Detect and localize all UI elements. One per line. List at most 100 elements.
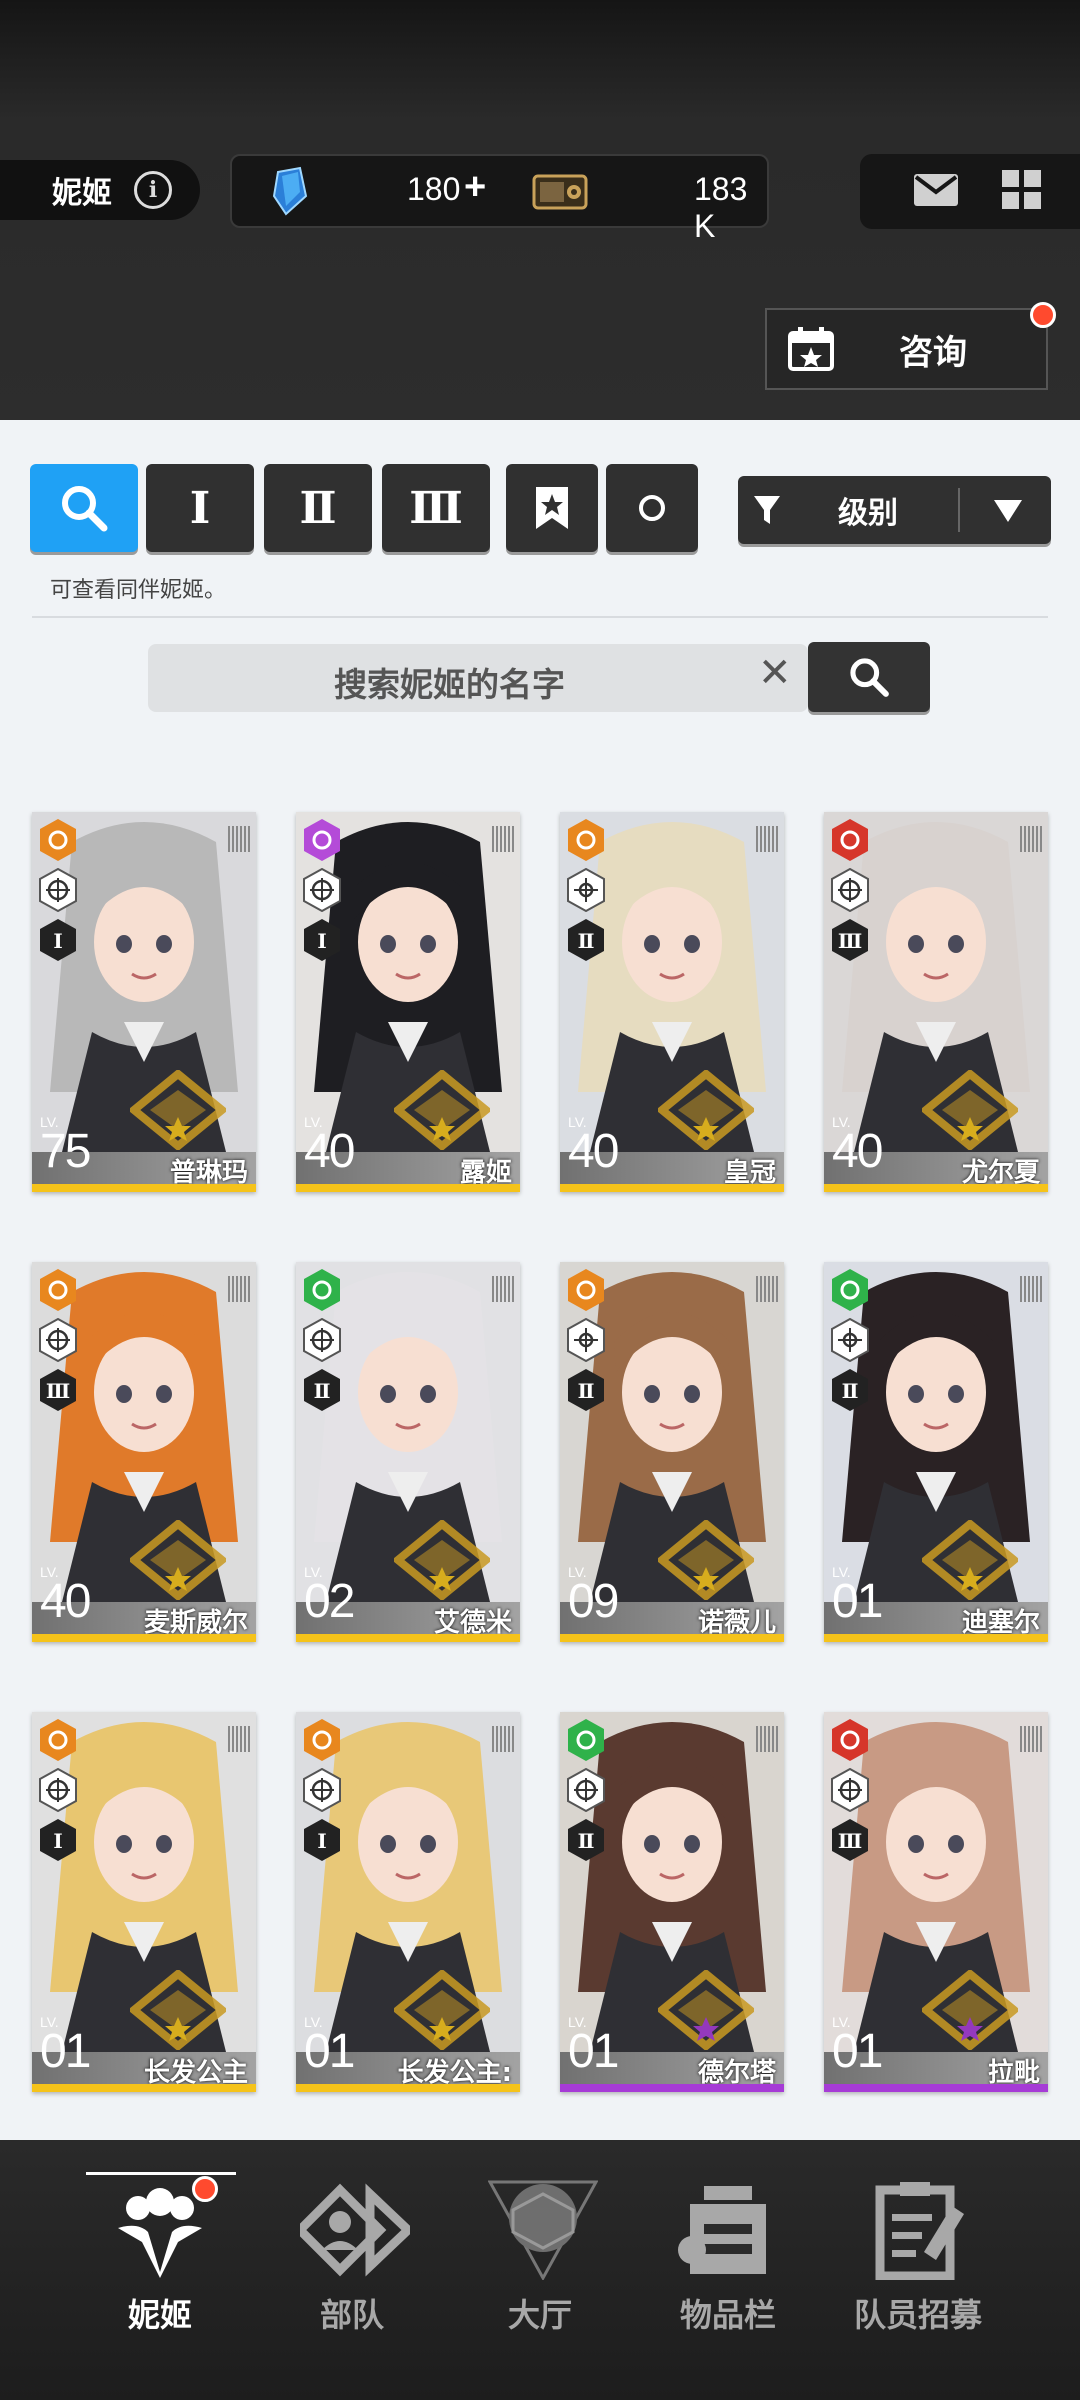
- rarity-stripe: [560, 1634, 784, 1642]
- rarity-stripe: [824, 1634, 1048, 1642]
- bottom-nav: 妮姬 部队 大厅 物品栏 队员招募: [0, 2140, 1080, 2400]
- element-icon: [832, 1719, 868, 1761]
- burst-type-icon: Ⅱ: [568, 1819, 604, 1861]
- level-value: 75: [40, 1125, 91, 1178]
- nav-squad[interactable]: 部队: [262, 2180, 442, 2340]
- rarity-stripe: [296, 1184, 520, 1192]
- weapon-class-icon: [39, 1318, 77, 1362]
- level-value: 01: [40, 2025, 91, 2078]
- character-card[interactable]: Ⅰ LV. 01 长发公主: [32, 1712, 256, 2092]
- burst-type-icon: Ⅰ: [304, 1819, 340, 1861]
- nav-inventory[interactable]: 物品栏: [638, 2180, 818, 2340]
- nikke-list-panel: Ⅰ Ⅱ Ⅲ 级别 可查看同伴妮姬。 搜索妮姬的名字 ✕ Ⅰ LV. 75 普琳玛…: [0, 420, 1080, 2140]
- character-card[interactable]: Ⅱ LV. 02 艾德米: [296, 1262, 520, 1642]
- consult-button[interactable]: 咨询: [765, 308, 1048, 390]
- level-value: 09: [568, 1575, 619, 1628]
- character-card[interactable]: Ⅲ LV. 01 拉毗: [824, 1712, 1048, 2092]
- element-icon: [40, 819, 76, 861]
- filter-burst-1-tab[interactable]: Ⅰ: [146, 464, 254, 552]
- level-value: 40: [568, 1125, 619, 1178]
- nav-active-indicator: [86, 2172, 236, 2175]
- level-value: 01: [832, 2025, 883, 2078]
- mail-icon[interactable]: [912, 170, 960, 210]
- manufacturer-emblem: [394, 1070, 490, 1150]
- filter-search-tab[interactable]: [30, 464, 138, 552]
- element-icon: [832, 819, 868, 861]
- search-input[interactable]: 搜索妮姬的名字 ✕: [148, 644, 808, 712]
- manufacturer-emblem: [658, 1970, 754, 2050]
- burst-type-icon: Ⅲ: [40, 1369, 76, 1411]
- burst-type-icon: Ⅲ: [832, 1819, 868, 1861]
- character-card[interactable]: Ⅱ LV. 40 皇冠: [560, 812, 784, 1192]
- info-icon[interactable]: i: [134, 171, 172, 209]
- character-card[interactable]: Ⅱ LV. 09 诺薇儿: [560, 1262, 784, 1642]
- character-card[interactable]: Ⅲ LV. 40 麦斯威尔: [32, 1262, 256, 1642]
- manufacturer-emblem: [922, 1070, 1018, 1150]
- burst-type-icon: Ⅰ: [40, 919, 76, 961]
- weapon-class-icon: [303, 1318, 341, 1362]
- manufacturer-emblem: [394, 1520, 490, 1600]
- rarity-stripe: [32, 1184, 256, 1192]
- chevron-down-icon: [994, 500, 1022, 522]
- element-icon: [304, 819, 340, 861]
- burst-type-icon: Ⅱ: [568, 1369, 604, 1411]
- weapon-class-icon: [831, 1318, 869, 1362]
- weapon-class-icon: [39, 1768, 77, 1812]
- level-value: 02: [304, 1575, 355, 1628]
- character-card[interactable]: Ⅲ LV. 40 尤尔夏: [824, 812, 1048, 1192]
- weapon-class-icon: [303, 1768, 341, 1812]
- level-value: 40: [832, 1125, 883, 1178]
- level-value: 40: [304, 1125, 355, 1178]
- rarity-stripe: [32, 2084, 256, 2092]
- character-card[interactable]: Ⅱ LV. 01 迪塞尔: [824, 1262, 1048, 1642]
- nav-notification-dot: [192, 2176, 218, 2202]
- sort-dropdown[interactable]: 级别: [738, 476, 1051, 544]
- burst-type-icon: Ⅱ: [568, 919, 604, 961]
- sort-label: 级别: [838, 496, 898, 531]
- nav-nikke[interactable]: 妮姬: [70, 2176, 250, 2340]
- svg-text:Ⅱ: Ⅱ: [578, 929, 595, 953]
- nav-nikke-label: 妮姬: [127, 2296, 192, 2334]
- level-value: 01: [304, 2025, 355, 2078]
- filter-burst-3-tab[interactable]: Ⅲ: [382, 464, 490, 552]
- weapon-class-icon: [567, 1768, 605, 1812]
- menu-grid-icon[interactable]: [1002, 170, 1042, 210]
- rarity-stripe: [560, 2084, 784, 2092]
- consult-label: 咨询: [899, 332, 967, 373]
- filter-burst-2-tab[interactable]: Ⅱ: [264, 464, 372, 552]
- svg-text:Ⅰ: Ⅰ: [317, 1829, 326, 1853]
- search-placeholder: 搜索妮姬的名字: [334, 665, 565, 704]
- weapon-class-icon: [831, 1768, 869, 1812]
- character-card[interactable]: Ⅰ LV. 01 长发公主:: [296, 1712, 520, 2092]
- filter-funnel-icon: [754, 496, 780, 524]
- element-icon: [568, 819, 604, 861]
- burst-type-icon: Ⅰ: [304, 919, 340, 961]
- page-title: 妮姬: [52, 176, 112, 211]
- search-icon: [62, 486, 108, 532]
- manufacturer-emblem: [130, 1070, 226, 1150]
- clear-icon[interactable]: ✕: [758, 650, 792, 696]
- bookmark-icon: [536, 487, 568, 529]
- character-card[interactable]: Ⅰ LV. 75 普琳玛: [32, 812, 256, 1192]
- character-card[interactable]: Ⅰ LV. 40 露姬: [296, 812, 520, 1192]
- level-value: 01: [832, 1575, 883, 1628]
- nav-recruit-label: 队员招募: [853, 2296, 982, 2334]
- nav-lobby-label: 大厅: [507, 2296, 572, 2334]
- search-submit-button[interactable]: [808, 642, 930, 712]
- nav-lobby[interactable]: 大厅: [450, 2180, 630, 2340]
- element-icon: [568, 1269, 604, 1311]
- nav-recruit[interactable]: 队员招募: [828, 2180, 1008, 2340]
- svg-text:Ⅱ: Ⅱ: [578, 1829, 595, 1853]
- recruit-icon: [875, 2182, 964, 2280]
- nav-squad-label: 部队: [319, 2296, 384, 2334]
- manufacturer-emblem: [922, 1970, 1018, 2050]
- filter-bookmark-tab[interactable]: [506, 464, 598, 552]
- svg-text:Ⅰ: Ⅰ: [317, 929, 326, 953]
- element-icon: [568, 1719, 604, 1761]
- add-gems-button[interactable]: +: [464, 166, 486, 209]
- manufacturer-emblem: [658, 1070, 754, 1150]
- element-icon: [304, 1269, 340, 1311]
- filter-circle-tab[interactable]: [606, 464, 698, 552]
- gem-icon: [272, 166, 308, 216]
- character-card[interactable]: Ⅱ LV. 01 德尔塔: [560, 1712, 784, 2092]
